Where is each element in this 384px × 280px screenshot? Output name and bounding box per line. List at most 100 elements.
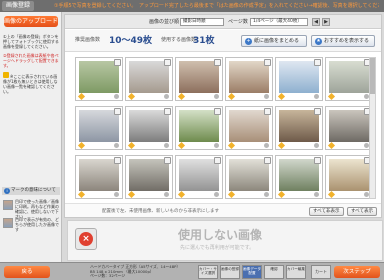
star-icon: [127, 141, 136, 150]
checkbox-icon[interactable]: [264, 157, 271, 164]
bottom-bar: 戻る ハードカバータイプ 正方形（A5サイズ、14〜48P） B5 148 x …: [0, 262, 384, 280]
photo-thumbnail: [329, 110, 369, 142]
step-confirm[interactable]: 確認: [264, 265, 284, 279]
pin-icon: [214, 192, 219, 197]
photo-card[interactable]: [225, 155, 273, 199]
photo-card[interactable]: [275, 155, 323, 199]
photo-thumbnail: [279, 159, 319, 191]
warning-icon: [3, 72, 9, 78]
photo-card[interactable]: [175, 106, 223, 150]
upload-images-button[interactable]: 画像のアップロード: [4, 16, 58, 27]
bulk-place-button[interactable]: + 紙に画像をまとめる: [241, 35, 307, 47]
photo-thumbnail: [229, 159, 269, 191]
photo-card[interactable]: [325, 155, 373, 199]
scroll-thumb[interactable]: [370, 58, 375, 94]
step-image-register[interactable]: 画像の登録: [220, 265, 240, 279]
photo-thumbnail: [129, 61, 169, 93]
photo-card[interactable]: [325, 106, 373, 150]
pin-icon: [314, 143, 319, 148]
grid-footer: 配置後で左、未使用画像、新しいものから非表示にします すべて非表示 すべて表示: [65, 203, 381, 217]
footer-hint: 配置後で左、未使用画像、新しいものから非表示にします: [102, 209, 219, 214]
pin-icon: [314, 94, 319, 99]
star-icon: [227, 190, 236, 199]
photo-card[interactable]: [275, 106, 323, 150]
remove-icon: ×: [75, 228, 97, 250]
checkbox-icon[interactable]: [214, 157, 221, 164]
used-count-label: 使用する画像数: [161, 37, 197, 43]
grid-scrollbar[interactable]: [369, 57, 376, 199]
photo-card[interactable]: [175, 57, 223, 101]
back-button[interactable]: 戻る: [4, 266, 50, 278]
count-bar: 推奨画像数 10〜49枚 使用する画像数 31枚 + 紙に画像をまとめる ★ お…: [65, 30, 381, 52]
checkbox-icon[interactable]: [114, 108, 121, 115]
help-text-2: ②登録された画像は表紙や各ページへドラッグして配置できます。: [3, 53, 59, 68]
star-icon: [127, 92, 136, 101]
mark-item-used: 目印で使った画像／画像に印刷。再もなど作業の確認に、使用しないで下さい: [3, 199, 59, 219]
pin-icon: [114, 94, 119, 99]
plus-icon: +: [245, 38, 252, 45]
photo-card[interactable]: [125, 106, 173, 150]
photo-card[interactable]: [75, 57, 123, 101]
recommend-button[interactable]: ★ おすすめを表示する: [311, 35, 375, 47]
recommended-count-value: 10〜49枚: [109, 36, 153, 46]
star-icon: [327, 141, 336, 150]
star-icon: [227, 141, 236, 150]
recommend-label: おすすめを表示する: [324, 38, 370, 44]
pin-icon: [164, 192, 169, 197]
page-select[interactable]: 1/4ページ（最大40枚）: [250, 18, 308, 26]
checkbox-icon[interactable]: [314, 108, 321, 115]
next-page-button[interactable]: ▶: [322, 18, 330, 26]
show-all-button[interactable]: すべて表示: [347, 207, 378, 216]
mark-meaning-label: マークの意味について: [11, 188, 56, 193]
photo-card[interactable]: [125, 155, 173, 199]
star-icon: [327, 190, 336, 199]
photo-card[interactable]: [225, 106, 273, 150]
photo-card[interactable]: [125, 57, 173, 101]
checkbox-icon[interactable]: [264, 59, 271, 66]
sidebar: 画像のアップロード ①上の「画像の登録」ボタンを押してフォトブックに使用する画像…: [0, 12, 62, 262]
photo-thumbnail: [279, 110, 319, 142]
photo-card[interactable]: [75, 155, 123, 199]
sort-label: 画像の並び順: [149, 19, 180, 25]
photo-card[interactable]: [275, 57, 323, 101]
pin-icon: [214, 94, 219, 99]
checkbox-icon[interactable]: [264, 108, 271, 115]
cart-button[interactable]: カート: [311, 265, 331, 279]
sort-select[interactable]: 撮影日時順: [180, 18, 224, 26]
recommended-count-label: 推奨画像数: [75, 37, 101, 43]
photo-card[interactable]: [325, 57, 373, 101]
mark-description: 目印で表示が有効の、どちらが使用したか画像です: [15, 217, 59, 232]
pin-icon: [264, 143, 269, 148]
step-cover-size[interactable]: カバー・サイズ選択: [198, 265, 218, 279]
checkbox-icon[interactable]: [214, 108, 221, 115]
instruction-notice: ①手順5で写真を登録してください。 アップロード完了したら最後まで「はた画像の作…: [54, 3, 379, 9]
photo-thumbnail: [129, 110, 169, 142]
photo-thumbnail: [329, 159, 369, 191]
step-image-layout[interactable]: 画像データ配置: [242, 265, 262, 279]
close-icon: ×: [79, 232, 93, 246]
unused-images-area[interactable]: × 使用しない画像 先に選んでも再利用が可能です。: [67, 220, 383, 261]
next-step-button[interactable]: 次ステップ: [334, 266, 380, 278]
photo-thumbnail: [329, 61, 369, 93]
checkbox-icon[interactable]: [214, 59, 221, 66]
prev-page-button[interactable]: ◀: [312, 18, 320, 26]
mark-meaning-header[interactable]: i マークの意味について: [2, 187, 60, 195]
star-icon: [327, 92, 336, 101]
checkbox-icon[interactable]: [164, 108, 171, 115]
photo-card[interactable]: [75, 106, 123, 150]
photo-card[interactable]: [225, 57, 273, 101]
checkbox-icon[interactable]: [314, 59, 321, 66]
hide-all-button[interactable]: すべて非表示: [309, 207, 344, 216]
checkbox-icon[interactable]: [164, 157, 171, 164]
help-text-1: ①上の「画像の登録」ボタンを押してフォトブックに使用する画像を登録してください。: [3, 34, 59, 49]
checkbox-icon[interactable]: [164, 59, 171, 66]
photo-card[interactable]: [175, 155, 223, 199]
photo-thumbnail: [129, 159, 169, 191]
pin-icon: [114, 192, 119, 197]
photo-thumbnail: [179, 159, 219, 191]
checkbox-icon[interactable]: [114, 59, 121, 66]
star-icon: [77, 190, 86, 199]
checkbox-icon[interactable]: [114, 157, 121, 164]
checkbox-icon[interactable]: [314, 157, 321, 164]
step-cover-edit[interactable]: カバー編集: [286, 265, 306, 279]
